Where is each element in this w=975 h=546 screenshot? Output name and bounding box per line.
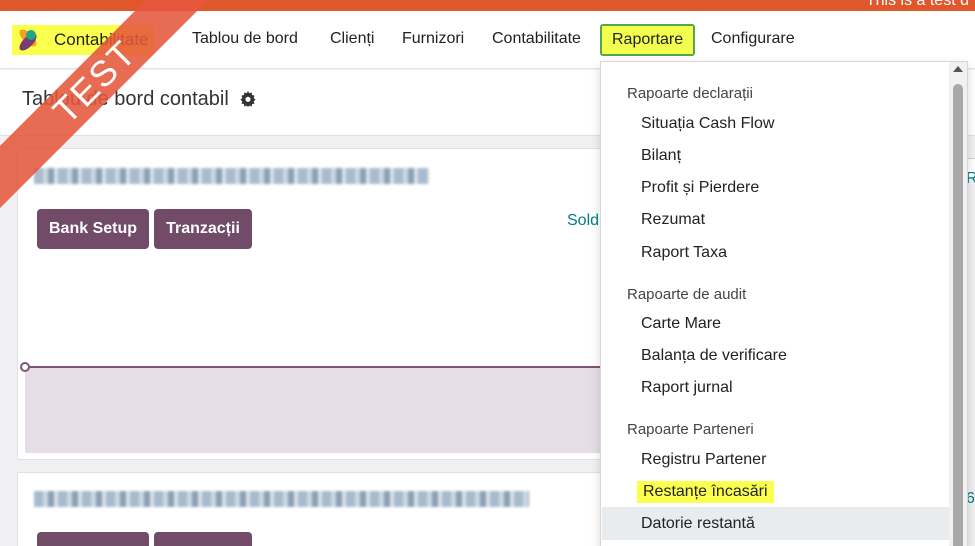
tranzactii-button[interactable]: Tranzacții [154, 209, 252, 249]
menu-configurare[interactable]: Configurare [711, 30, 795, 48]
menu-item-datorie-restanta[interactable]: Datorie restantă [641, 515, 755, 533]
journal-title-blurred[interactable] [34, 491, 529, 507]
menu-furnizori[interactable]: Furnizori [402, 30, 464, 48]
section-header-rapoarte-declaratii: Rapoarte declarații [627, 85, 753, 102]
menu-item-balanta-de-verificare[interactable]: Balanța de verificare [641, 347, 787, 365]
scroll-up-arrow-icon[interactable] [953, 66, 963, 72]
card2-button-1[interactable] [37, 532, 149, 546]
scroll-thumb[interactable] [953, 84, 963, 546]
bank-setup-button[interactable]: Bank Setup [37, 209, 149, 249]
journal-title-blurred[interactable] [34, 168, 429, 184]
menu-item-profit-si-pierdere[interactable]: Profit și Pierdere [641, 179, 759, 197]
raportare-dropdown-menu: Rapoarte declarații Situația Cash Flow B… [600, 61, 968, 546]
dropdown-scrollbar[interactable] [949, 62, 967, 546]
menu-item-restante-incasari[interactable]: Restanțe încasări [637, 481, 774, 503]
menu-item-raport-jurnal[interactable]: Raport jurnal [641, 379, 733, 397]
page-title: Tablou de bord contabil [22, 88, 229, 110]
balance-chart-area [25, 367, 605, 453]
menu-item-raport-taxa[interactable]: Raport Taxa [641, 244, 727, 262]
menu-item-registru-partener[interactable]: Registru Partener [641, 451, 766, 469]
menu-item-rezumat[interactable]: Rezumat [641, 211, 705, 229]
menu-item-carte-mare[interactable]: Carte Mare [641, 315, 721, 333]
menu-contabilitate[interactable]: Contabilitate [492, 30, 581, 48]
app-brand[interactable]: Contabilitate [12, 25, 153, 55]
app-name: Contabilitate [54, 30, 149, 49]
accounting-app-icon [14, 26, 44, 54]
menu-item-situatia-cash-flow[interactable]: Situația Cash Flow [641, 115, 774, 133]
test-banner-text: This is a test d [865, 0, 969, 9]
balance-chart-line [25, 366, 605, 368]
section-header-rapoarte-de-audit: Rapoarte de audit [627, 286, 747, 303]
test-banner: This is a test d [0, 0, 975, 11]
gear-icon[interactable] [240, 91, 256, 107]
sold-label[interactable]: Sold [567, 212, 599, 230]
menu-tablou-de-bord[interactable]: Tablou de bord [192, 30, 298, 48]
balance-chart-point [20, 362, 30, 372]
menu-clienti[interactable]: Clienți [330, 30, 374, 48]
card2-button-2[interactable] [154, 532, 252, 546]
menu-item-bilant[interactable]: Bilanț [641, 147, 681, 165]
section-header-rapoarte-parteneri: Rapoarte Parteneri [627, 421, 754, 438]
menu-raportare[interactable]: Raportare [600, 24, 696, 56]
